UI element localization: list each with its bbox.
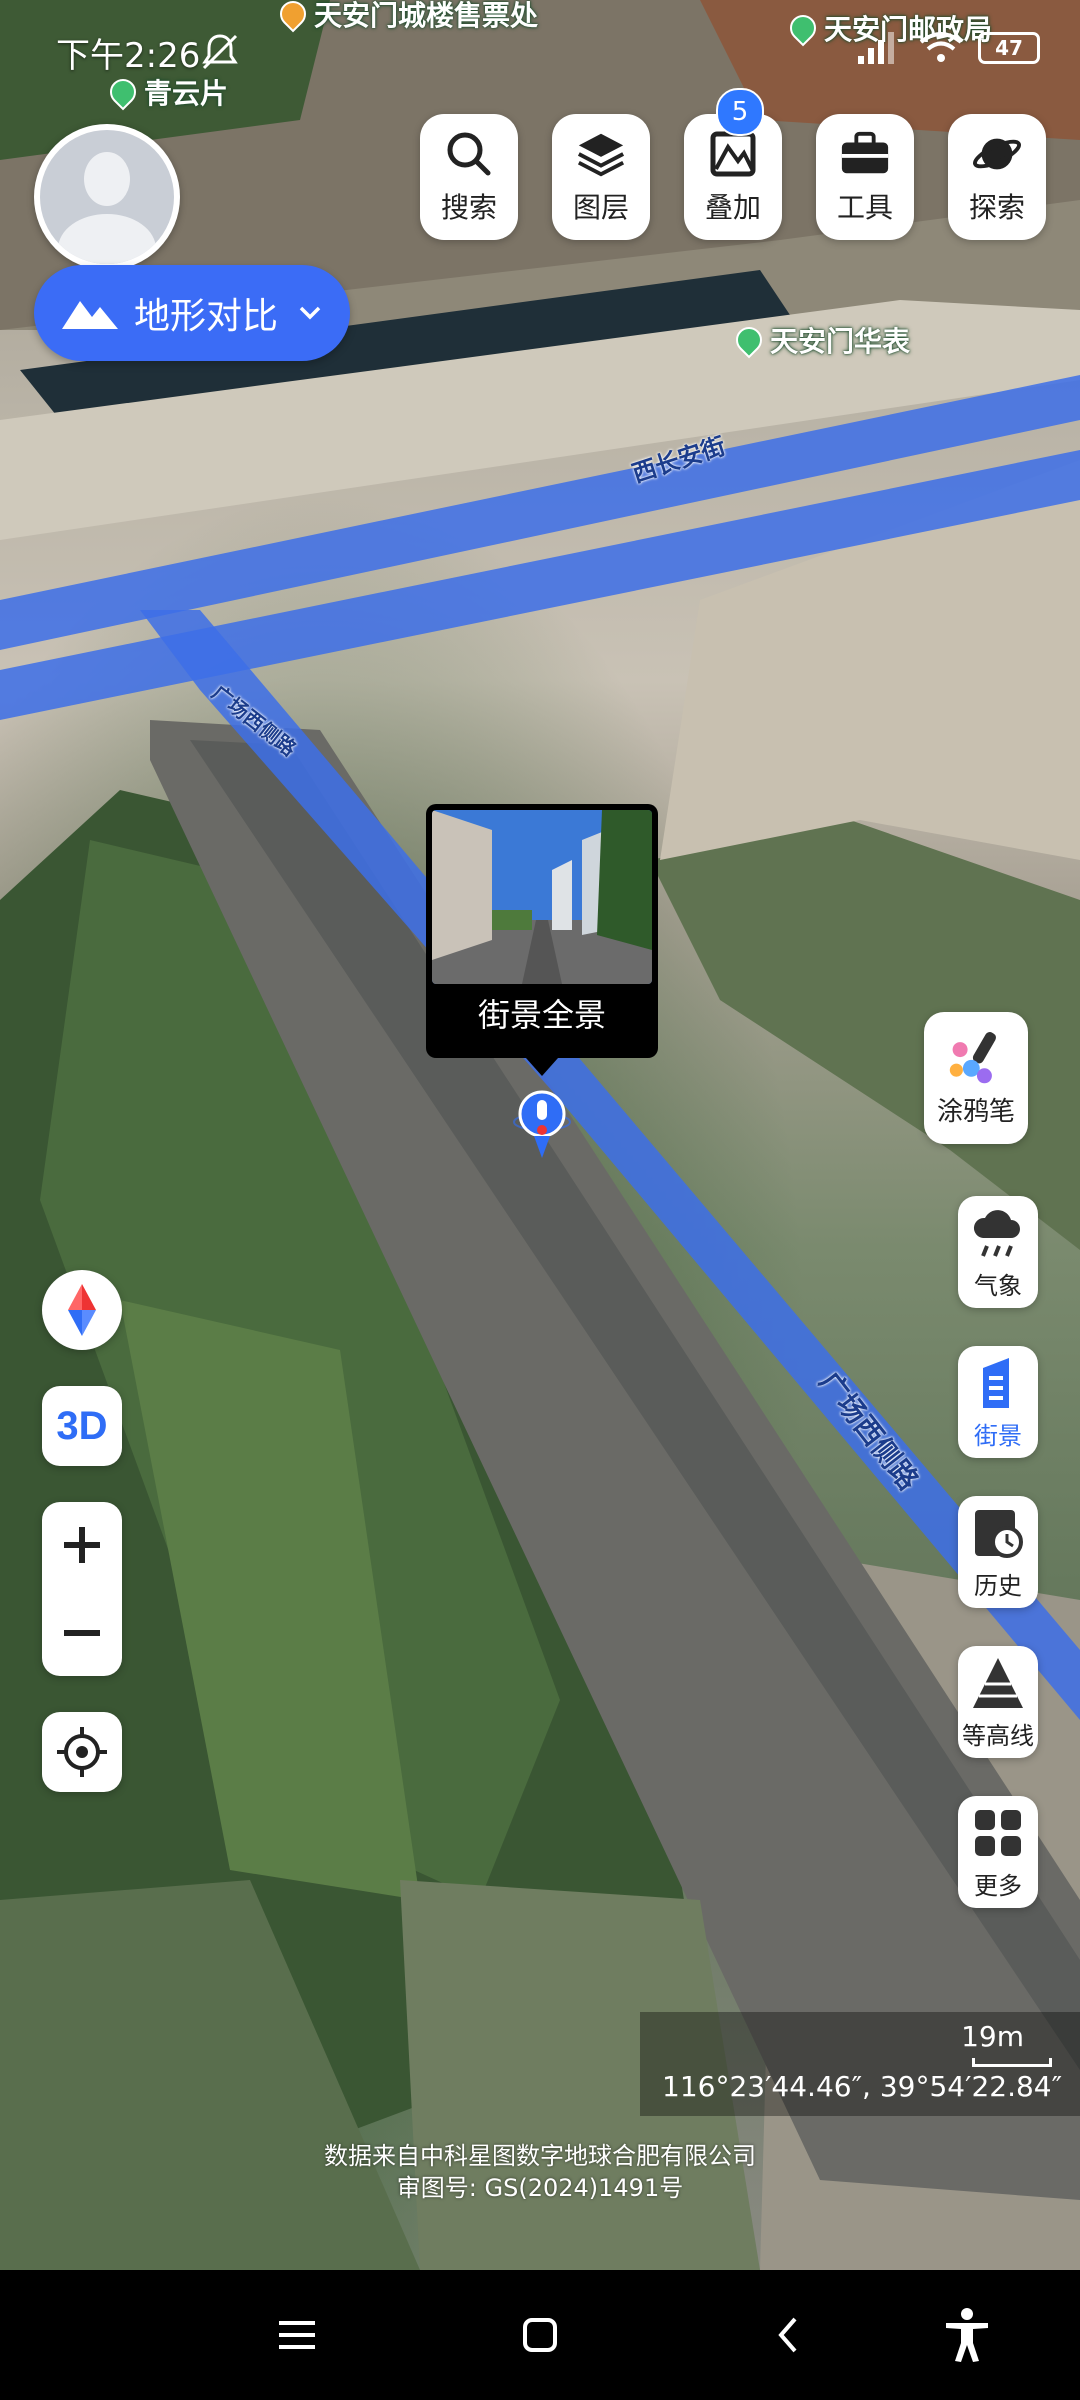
weather-cloud-icon <box>969 1204 1027 1262</box>
poi-label-text: 天安门城楼售票处 <box>314 0 539 32</box>
poi-label-qingyunpian[interactable]: 青云片 <box>104 72 229 112</box>
3d-toggle-button[interactable]: 3D <box>42 1386 122 1466</box>
home-nav-button[interactable] <box>505 2300 575 2370</box>
accessibility-nav-button[interactable] <box>932 2300 1002 2370</box>
coordinates-readout: 116°23′44.46″, 39°54′22.84″ <box>662 2070 1063 2103</box>
poi-label-text: 天安门华表 <box>770 325 911 358</box>
poi-label-text: 青云片 <box>144 77 229 110</box>
avatar-placeholder-icon <box>40 130 174 264</box>
history-button[interactable]: 历史 <box>958 1496 1038 1608</box>
mountain-icon <box>62 301 118 329</box>
graffiti-pen-button[interactable]: 涂鸦笔 <box>924 1012 1028 1144</box>
poi-marker-icon <box>104 73 142 111</box>
more-label: 更多 <box>974 1871 1022 1900</box>
3d-label: 3D <box>56 1403 108 1448</box>
layers-button[interactable]: 图层 <box>552 114 650 240</box>
explore-label: 探索 <box>968 191 1025 224</box>
map-approval-number: 审图号: GS(2024)1491号 <box>396 2174 684 2202</box>
accessibility-icon <box>946 2308 988 2362</box>
menu-nav-button[interactable] <box>262 2300 332 2370</box>
wifi-icon <box>919 32 963 62</box>
menu-icon <box>279 2321 315 2349</box>
street-view-label: 街景全景 <box>477 996 606 1034</box>
poi-marker-icon <box>730 321 768 359</box>
tools-button[interactable]: 工具 <box>816 114 914 240</box>
search-button[interactable]: 搜索 <box>420 114 518 240</box>
status-time: 下午2:26 <box>56 36 201 76</box>
poi-label-huabiao[interactable]: 天安门华表 <box>730 320 911 360</box>
streetview-label: 街景 <box>974 1421 1022 1450</box>
history-clock-icon <box>969 1504 1027 1562</box>
contour-button[interactable]: 等高线 <box>958 1646 1038 1758</box>
poi-marker-icon <box>274 0 312 33</box>
more-button[interactable]: 更多 <box>958 1796 1038 1908</box>
search-label: 搜索 <box>440 191 497 224</box>
planet-icon <box>971 128 1023 180</box>
crosshair-location-icon <box>57 1727 107 1777</box>
overlay-icon <box>707 128 759 180</box>
poi-label-ticket-office[interactable]: 天安门城楼售票处 <box>274 0 539 34</box>
street-view-popup[interactable]: 街景全景 <box>426 804 658 1058</box>
layers-label: 图层 <box>572 191 629 224</box>
system-navigation-bar <box>0 2270 1080 2400</box>
zoom-control <box>42 1502 122 1676</box>
chevron-down-icon <box>298 298 322 328</box>
tools-label: 工具 <box>836 191 893 224</box>
search-icon <box>443 128 495 180</box>
home-square-icon <box>523 2318 557 2352</box>
grid-icon <box>969 1804 1027 1862</box>
locate-button[interactable] <box>42 1712 122 1792</box>
paint-brush-icon <box>947 1029 1005 1087</box>
mode-label: 地形对比 <box>134 296 279 337</box>
overlay-button[interactable]: 5 叠加 <box>684 88 782 240</box>
minus-icon <box>64 1630 100 1636</box>
history-label: 历史 <box>974 1571 1022 1600</box>
toolbox-icon <box>839 128 891 180</box>
weather-button[interactable]: 气象 <box>958 1196 1038 1308</box>
scale-label: 19m <box>961 2020 1024 2053</box>
weather-label: 气象 <box>974 1271 1022 1300</box>
status-icons: 47 <box>856 30 1040 66</box>
data-attribution: 数据来自中科星图数字地球合肥有限公司 <box>324 2142 756 2170</box>
streetview-button[interactable]: 街景 <box>958 1346 1038 1458</box>
street-view-thumbnail[interactable] <box>432 810 652 984</box>
back-chevron-icon <box>778 2317 797 2353</box>
overlay-label: 叠加 <box>704 191 761 224</box>
signal-icon <box>858 32 894 64</box>
mute-icon <box>198 30 242 78</box>
compass-icon <box>68 1284 96 1336</box>
zoom-in-button[interactable] <box>42 1502 122 1588</box>
popup-pointer <box>526 1058 558 1076</box>
terrain-compare-dropdown[interactable]: 地形对比 <box>34 265 350 361</box>
back-nav-button[interactable] <box>753 2300 823 2370</box>
user-avatar[interactable] <box>34 124 180 270</box>
streetview-building-icon <box>969 1354 1027 1412</box>
street-view-pin-icon[interactable] <box>512 1086 572 1166</box>
contour-label: 等高线 <box>962 1721 1034 1750</box>
plus-icon <box>64 1527 100 1563</box>
compass-button[interactable] <box>42 1270 122 1350</box>
poi-marker-icon <box>784 9 822 47</box>
contour-pyramid-icon <box>969 1654 1027 1712</box>
graffiti-label: 涂鸦笔 <box>936 1096 1015 1127</box>
scale-bar <box>972 2058 1052 2067</box>
layers-icon <box>575 128 627 180</box>
overlay-count-badge: 5 <box>716 88 764 136</box>
battery-indicator: 47 <box>978 32 1040 64</box>
explore-button[interactable]: 探索 <box>948 114 1046 240</box>
zoom-out-button[interactable] <box>42 1590 122 1676</box>
